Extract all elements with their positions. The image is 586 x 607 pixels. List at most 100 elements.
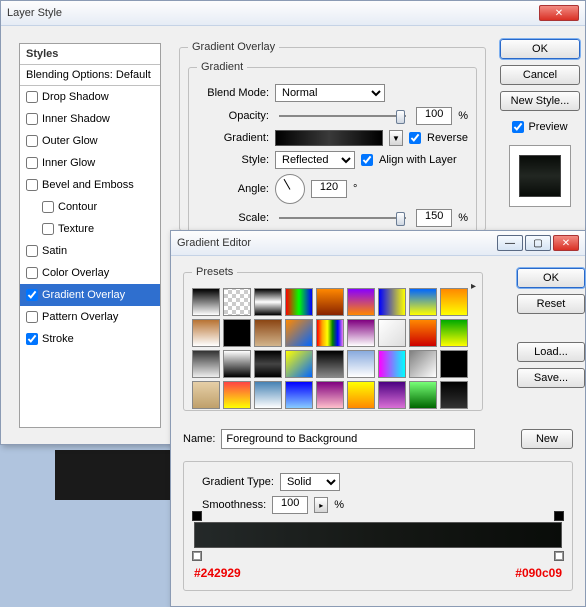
preset-swatch[interactable] [409, 319, 437, 347]
close-icon[interactable]: ✕ [539, 5, 579, 21]
close-icon[interactable]: ✕ [553, 235, 579, 251]
style-checkbox[interactable] [42, 201, 54, 213]
preset-swatch[interactable] [223, 350, 251, 378]
style-item-pattern-overlay[interactable]: Pattern Overlay [20, 306, 160, 328]
opacity-stop-right[interactable] [554, 511, 564, 521]
ok-button[interactable]: OK [500, 39, 580, 59]
preview-label: Preview [528, 121, 567, 133]
preset-swatch[interactable] [378, 381, 406, 409]
preset-swatch[interactable] [285, 381, 313, 409]
blend-mode-select[interactable]: Normal [275, 84, 385, 102]
ge-new-button[interactable]: New [521, 429, 573, 449]
presets-menu-icon[interactable]: ▸ [471, 281, 476, 292]
preset-swatch[interactable] [223, 288, 251, 316]
scale-value[interactable]: 150 [416, 209, 452, 227]
gradient-swatch[interactable] [275, 130, 383, 146]
gradient-editor-titlebar[interactable]: Gradient Editor — ▢ ✕ [171, 231, 585, 256]
preset-swatch[interactable] [285, 288, 313, 316]
preset-swatch[interactable] [409, 350, 437, 378]
ge-reset-button[interactable]: Reset [517, 294, 585, 314]
maximize-icon[interactable]: ▢ [525, 235, 551, 251]
style-item-stroke[interactable]: Stroke [20, 328, 160, 350]
preset-swatch[interactable] [192, 350, 220, 378]
ge-load-button[interactable]: Load... [517, 342, 585, 362]
preset-swatch[interactable] [316, 288, 344, 316]
preset-swatch[interactable] [223, 319, 251, 347]
style-checkbox[interactable] [26, 91, 38, 103]
style-checkbox[interactable] [26, 311, 38, 323]
style-checkbox[interactable] [26, 267, 38, 279]
preview-checkbox[interactable] [512, 121, 524, 133]
style-item-color-overlay[interactable]: Color Overlay [20, 262, 160, 284]
ge-save-button[interactable]: Save... [517, 368, 585, 388]
preset-swatch[interactable] [347, 381, 375, 409]
preset-swatch[interactable] [192, 288, 220, 316]
blending-options[interactable]: Blending Options: Default [20, 64, 160, 86]
style-item-texture[interactable]: Texture [20, 218, 160, 240]
preset-swatch[interactable] [409, 288, 437, 316]
preset-swatch[interactable] [440, 381, 468, 409]
preset-swatch[interactable] [347, 288, 375, 316]
style-checkbox[interactable] [26, 289, 38, 301]
style-checkbox[interactable] [26, 113, 38, 125]
new-style-button[interactable]: New Style... [500, 91, 580, 111]
style-checkbox[interactable] [42, 223, 54, 235]
preset-swatch[interactable] [347, 350, 375, 378]
preset-swatch[interactable] [378, 319, 406, 347]
opacity-value[interactable]: 100 [416, 107, 452, 125]
smoothness-arrow-icon[interactable]: ▸ [314, 497, 328, 513]
style-item-satin[interactable]: Satin [20, 240, 160, 262]
style-checkbox[interactable] [26, 245, 38, 257]
color-stop-right[interactable] [554, 551, 564, 561]
chevron-down-icon[interactable]: ▼ [389, 130, 403, 146]
preset-swatch[interactable] [316, 319, 344, 347]
preset-swatch[interactable] [316, 381, 344, 409]
ge-ok-button[interactable]: OK [517, 268, 585, 288]
reverse-checkbox[interactable] [409, 132, 421, 144]
preset-swatch[interactable] [285, 319, 313, 347]
preset-swatch[interactable] [440, 350, 468, 378]
gradient-type-select[interactable]: Solid [280, 473, 340, 491]
angle-value[interactable]: 120 [311, 180, 347, 198]
style-item-drop-shadow[interactable]: Drop Shadow [20, 86, 160, 108]
preset-swatch[interactable] [347, 319, 375, 347]
scale-slider[interactable] [279, 217, 406, 219]
preset-swatch[interactable] [316, 350, 344, 378]
preset-swatch[interactable] [223, 381, 251, 409]
preset-swatch[interactable] [254, 288, 282, 316]
preset-swatch[interactable] [378, 288, 406, 316]
style-item-inner-shadow[interactable]: Inner Shadow [20, 108, 160, 130]
style-checkbox[interactable] [26, 157, 38, 169]
opacity-stop-left[interactable] [192, 511, 202, 521]
style-item-outer-glow[interactable]: Outer Glow [20, 130, 160, 152]
style-select[interactable]: Reflected [275, 151, 355, 169]
preset-swatch[interactable] [254, 350, 282, 378]
gradient-bar[interactable] [194, 522, 562, 548]
styles-header[interactable]: Styles [20, 44, 160, 64]
preset-swatch[interactable] [440, 319, 468, 347]
preset-swatch[interactable] [378, 350, 406, 378]
angle-dial[interactable] [275, 174, 305, 204]
preset-swatch[interactable] [285, 350, 313, 378]
layer-style-titlebar[interactable]: Layer Style ✕ [1, 1, 585, 26]
preset-swatch[interactable] [409, 381, 437, 409]
preset-swatch[interactable] [192, 319, 220, 347]
style-checkbox[interactable] [26, 135, 38, 147]
preset-swatch[interactable] [254, 319, 282, 347]
preset-swatch[interactable] [192, 381, 220, 409]
opacity-slider[interactable] [279, 115, 406, 117]
style-item-contour[interactable]: Contour [20, 196, 160, 218]
style-item-gradient-overlay[interactable]: Gradient Overlay [20, 284, 160, 306]
style-item-inner-glow[interactable]: Inner Glow [20, 152, 160, 174]
style-item-bevel-and-emboss[interactable]: Bevel and Emboss [20, 174, 160, 196]
color-stop-left[interactable] [192, 551, 202, 561]
minimize-icon[interactable]: — [497, 235, 523, 251]
style-checkbox[interactable] [26, 179, 38, 191]
align-checkbox[interactable] [361, 154, 373, 166]
style-checkbox[interactable] [26, 333, 38, 345]
cancel-button[interactable]: Cancel [500, 65, 580, 85]
preset-swatch[interactable] [440, 288, 468, 316]
smoothness-value[interactable]: 100 [272, 496, 308, 514]
preset-swatch[interactable] [254, 381, 282, 409]
gradient-name-input[interactable] [221, 429, 475, 449]
